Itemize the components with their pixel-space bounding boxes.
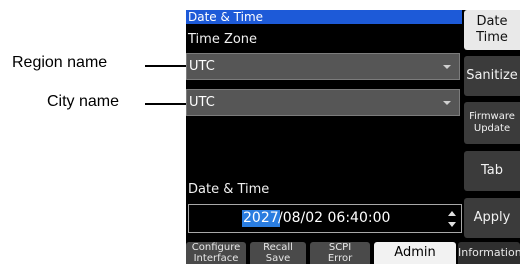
city-value: UTC (189, 95, 215, 110)
date-time-rest: /08/02 06:40:00 (278, 210, 391, 226)
region-dropdown[interactable]: UTC (186, 53, 460, 80)
tab-configure-interface[interactable]: Configure Interface (186, 242, 246, 264)
region-name-callout: Region name (12, 54, 108, 71)
tab-admin[interactable]: Admin (374, 242, 456, 264)
date-time-input[interactable]: 2027 /08/02 06:40:00 (188, 204, 462, 233)
spin-up-icon[interactable] (448, 211, 456, 216)
city-name-callout: City name (47, 93, 120, 110)
year-selection[interactable]: 2027 (242, 210, 280, 227)
region-callout-line (145, 65, 190, 67)
city-dropdown[interactable]: UTC (186, 89, 460, 116)
chevron-down-icon (443, 101, 451, 105)
tab-recall-save[interactable]: Recall Save (250, 242, 306, 264)
tab-scpi-error[interactable]: SCPI Error (310, 242, 370, 264)
spinner-icon[interactable] (448, 211, 456, 227)
region-value: UTC (189, 59, 215, 74)
date-time-label: Date & Time (188, 182, 270, 197)
chevron-down-icon (443, 65, 451, 69)
city-callout-line (145, 103, 190, 105)
screen-title: Date & Time (186, 10, 462, 24)
tab-information[interactable]: Information (458, 242, 520, 264)
date-time-button[interactable]: Date Time (464, 10, 520, 50)
sanitize-button[interactable]: Sanitize (464, 56, 520, 96)
apply-button[interactable]: Apply (464, 198, 520, 238)
tab-button[interactable]: Tab (464, 151, 520, 191)
spin-down-icon[interactable] (448, 222, 456, 227)
instrument-screen: Date & Time Time Zone UTC UTC Date & Tim… (186, 10, 520, 264)
time-zone-label: Time Zone (188, 32, 258, 47)
firmware-update-button[interactable]: Firmware Update (464, 102, 520, 144)
